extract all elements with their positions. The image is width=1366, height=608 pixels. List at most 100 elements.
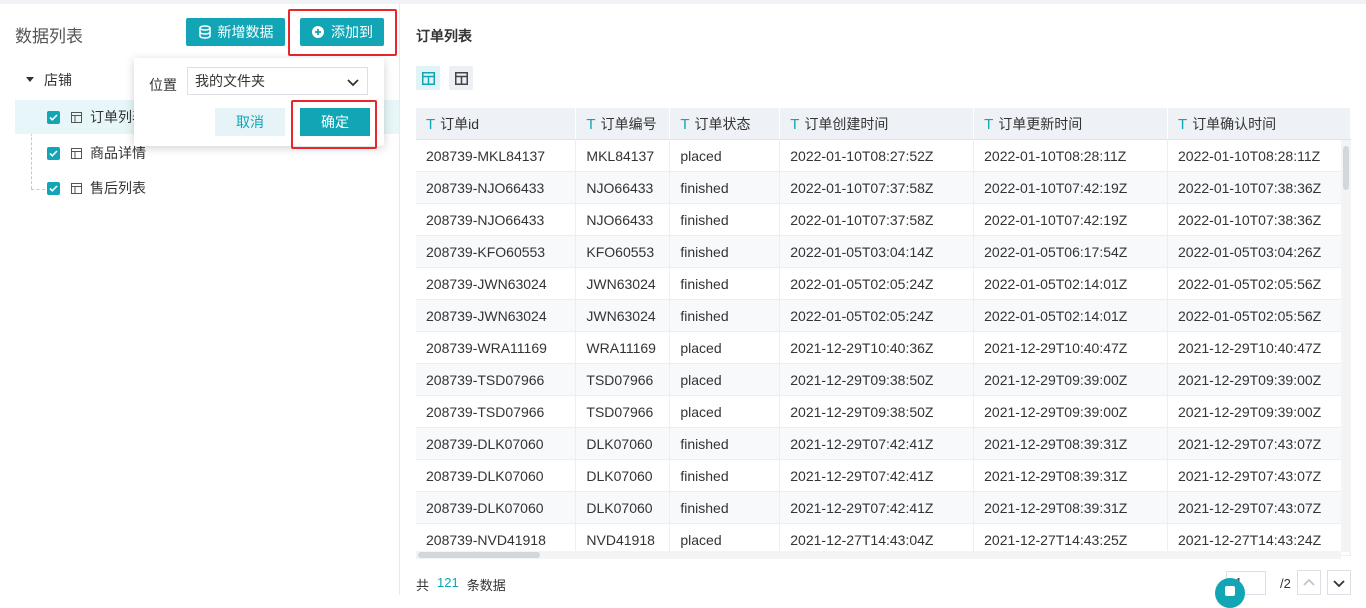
table-row[interactable]: 208739-NJO66433 NJO66433 finished 2022-01-1… — [416, 203, 1351, 236]
tree-root-store[interactable]: 店铺 — [26, 70, 72, 90]
table-cell: 2022-01-10T08:28:11Z — [1167, 139, 1351, 172]
next-page-button[interactable] — [1327, 570, 1351, 595]
table-cell: 2021-12-29T07:43:07Z — [1167, 491, 1351, 524]
table-row[interactable]: 208739-WRA11169 WRA11169 placed 2021-12-29T… — [416, 331, 1351, 364]
table-row[interactable]: 208739-DLK07060 DLK07060 finished 2021-12-2… — [416, 491, 1351, 524]
checkbox-icon[interactable] — [47, 181, 60, 195]
table-cell: 2021-12-29T07:43:07Z — [1167, 459, 1351, 492]
table-cell: 208739-JWN63024 — [416, 267, 577, 300]
new-data-label: 新增数据 — [217, 24, 274, 40]
table-row[interactable]: 208739-NJO66433 NJO66433 finished 2022-01-1… — [416, 171, 1351, 204]
column-header[interactable]: T 订单创建时间 — [779, 108, 975, 140]
table-cell: KFO60553 — [575, 235, 671, 268]
table-view-icon — [454, 71, 468, 85]
table-cell: 208739-KFO60553 — [416, 235, 577, 268]
table-cell: TSD07966 — [575, 395, 671, 428]
table-cell: 2021-12-29T07:42:41Z — [779, 459, 975, 492]
table-cell: WRA11169 — [575, 331, 671, 364]
table-cell: finished — [669, 171, 781, 204]
tree-root-label: 店铺 — [44, 72, 72, 88]
cancel-button[interactable]: 取消 — [215, 108, 285, 136]
page-total: /2 — [1280, 576, 1291, 591]
text-type-icon: T — [426, 115, 436, 133]
table-header-row: T 订单id T 订单编号 T 订单状态 T 订单创建时间 T 订单更新时间 T 订单确认时… — [416, 108, 1351, 140]
text-type-icon: T — [1178, 115, 1188, 133]
table-cell: 208739-DLK07060 — [416, 491, 577, 524]
location-value: 我的文件夹 — [195, 73, 265, 89]
location-select[interactable]: 我的文件夹 — [187, 67, 368, 95]
table-cell: 2021-12-29T07:42:41Z — [779, 427, 975, 460]
record-count: 共 121 条数据 — [416, 575, 506, 594]
table-cell: TSD07966 — [575, 363, 671, 396]
column-header[interactable]: T 订单状态 — [669, 108, 781, 140]
vertical-scrollbar-thumb[interactable] — [1343, 146, 1349, 190]
table-icon — [71, 147, 82, 159]
column-header[interactable]: T 订单确认时间 — [1167, 108, 1351, 140]
table-cell: 208739-NJO66433 — [416, 171, 577, 204]
horizontal-scrollbar-thumb[interactable] — [418, 552, 540, 558]
horizontal-scrollbar[interactable] — [416, 551, 1341, 559]
table-cell: 2022-01-05T02:05:24Z — [779, 299, 975, 332]
table-cell: 2021-12-29T09:39:00Z — [973, 363, 1169, 396]
table-cell: 2022-01-10T07:42:19Z — [973, 171, 1169, 204]
highlight-box-add-to — [288, 9, 397, 56]
column-header[interactable]: T 订单编号 — [575, 108, 671, 140]
help-icon — [1225, 586, 1235, 596]
table-cell: placed — [669, 395, 781, 428]
table-cell: DLK07060 — [575, 427, 671, 460]
column-header[interactable]: T 订单id — [416, 108, 577, 140]
record-count-value: 121 — [437, 575, 459, 590]
table-row[interactable]: 208739-JWN63024 JWN63024 finished 2022-01-0… — [416, 299, 1351, 332]
table-cell: 208739-WRA11169 — [416, 331, 577, 364]
help-button[interactable] — [1215, 578, 1245, 608]
table-cell: 2022-01-10T07:38:36Z — [1167, 171, 1351, 204]
table-cell: finished — [669, 203, 781, 236]
tree-item-label: 售后列表 — [90, 180, 146, 196]
table-cell: 2021-12-29T08:39:31Z — [973, 491, 1169, 524]
table-cell: 2021-12-29T09:38:50Z — [779, 363, 975, 396]
table-cell: 208739-DLK07060 — [416, 427, 577, 460]
table-row[interactable]: 208739-JWN63024 JWN63024 finished 2022-01-0… — [416, 267, 1351, 300]
data-table: T 订单id T 订单编号 T 订单状态 T 订单创建时间 T 订单更新时间 T 订单确认时… — [416, 108, 1351, 560]
checkbox-icon[interactable] — [47, 146, 60, 160]
column-header[interactable]: T 订单更新时间 — [973, 108, 1169, 140]
table-cell: finished — [669, 491, 781, 524]
table-row[interactable]: 208739-TSD07966 TSD07966 placed 2021-12-29T… — [416, 395, 1351, 428]
table-title: 订单列表 — [416, 28, 472, 44]
database-icon — [198, 25, 211, 39]
table-cell: 2021-12-29T08:39:31Z — [973, 427, 1169, 460]
table-cell: 208739-TSD07966 — [416, 395, 577, 428]
table-cell: 2022-01-05T02:05:24Z — [779, 267, 975, 300]
table-icon — [71, 111, 82, 123]
table-cell: 2021-12-29T09:39:00Z — [1167, 395, 1351, 428]
panel-title: 数据列表 — [15, 27, 83, 46]
text-type-icon: T — [586, 115, 596, 133]
table-cell: JWN63024 — [575, 299, 671, 332]
table-row[interactable]: 208739-MKL84137 MKL84137 placed 2022-01-10T… — [416, 139, 1351, 172]
table-cell: 2021-12-29T10:40:36Z — [779, 331, 975, 364]
table-row[interactable]: 208739-TSD07966 TSD07966 placed 2021-12-29T… — [416, 363, 1351, 396]
table-cell: 2022-01-05T02:05:56Z — [1167, 267, 1351, 300]
table-cell: 2022-01-05T02:05:56Z — [1167, 299, 1351, 332]
table-cell: 2021-12-29T10:40:47Z — [973, 331, 1169, 364]
tree-item-label: 商品详情 — [90, 145, 146, 161]
table-view-button[interactable] — [449, 66, 473, 90]
tree-item-after-sales-list[interactable]: 售后列表 — [15, 171, 399, 205]
table-row[interactable]: 208739-DLK07060 DLK07060 finished 2021-12-2… — [416, 459, 1351, 492]
chevron-down-icon — [347, 79, 359, 87]
checkbox-icon[interactable] — [47, 110, 60, 124]
prev-page-button[interactable] — [1297, 570, 1321, 595]
table-cell: 2021-12-29T07:43:07Z — [1167, 427, 1351, 460]
table-row[interactable]: 208739-KFO60553 KFO60553 finished 2022-01-0… — [416, 235, 1351, 268]
new-data-button[interactable]: 新增数据 — [186, 18, 285, 46]
highlight-box-confirm — [291, 100, 377, 149]
vertical-scrollbar[interactable] — [1341, 140, 1351, 552]
card-view-icon — [421, 71, 435, 85]
card-view-button[interactable] — [416, 66, 440, 90]
table-cell: 2022-01-10T08:27:52Z — [779, 139, 975, 172]
table-cell: finished — [669, 299, 781, 332]
table-cell: MKL84137 — [575, 139, 671, 172]
table-row[interactable]: 208739-DLK07060 DLK07060 finished 2021-12-2… — [416, 427, 1351, 460]
table-cell: finished — [669, 235, 781, 268]
table-cell: 2022-01-05T02:14:01Z — [973, 267, 1169, 300]
